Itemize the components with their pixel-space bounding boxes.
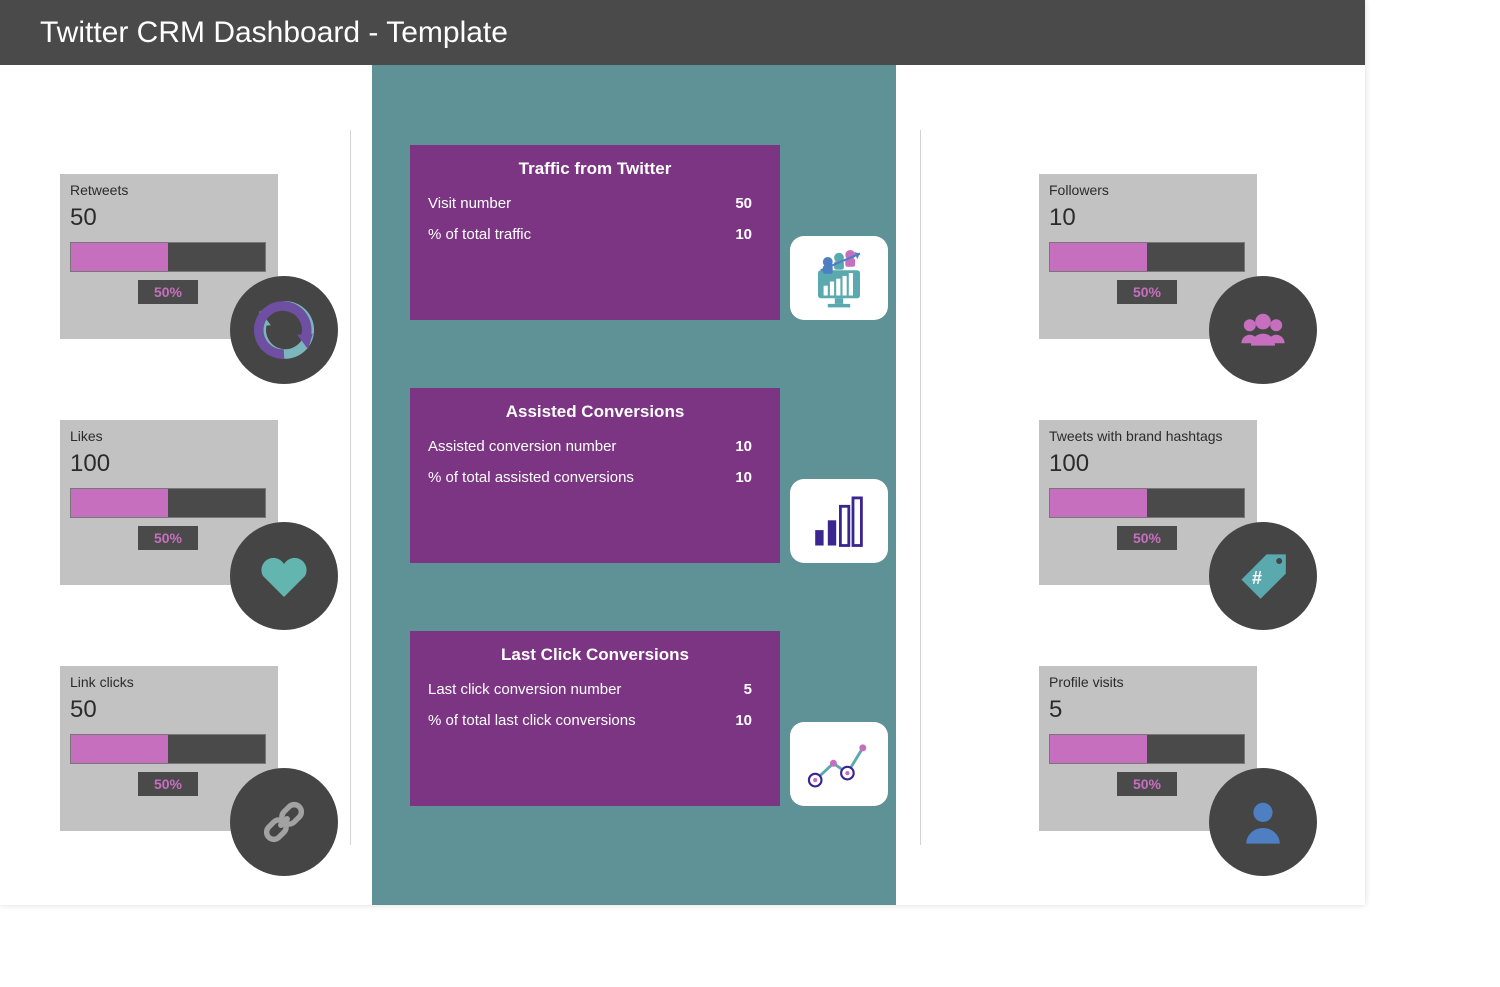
- retweet-icon: [230, 276, 338, 384]
- bar-chart-badge-icon: [790, 479, 888, 563]
- progress-bar: [70, 734, 266, 764]
- card-row: % of total last click conversions 10: [428, 712, 762, 729]
- kpi-label: Profile visits: [1049, 674, 1247, 690]
- progress-fill: [1050, 489, 1147, 517]
- progress-rest: [168, 735, 265, 763]
- card-row: % of total traffic 10: [428, 226, 762, 243]
- kpi-percent: 50%: [138, 280, 198, 304]
- progress-fill: [71, 735, 168, 763]
- dashboard-canvas: Twitter CRM Dashboard - Template Retweet…: [0, 0, 1365, 905]
- progress-fill: [1050, 735, 1147, 763]
- row-label: Last click conversion number: [428, 681, 621, 698]
- progress-fill: [71, 243, 168, 271]
- row-label: % of total last click conversions: [428, 712, 636, 729]
- kpi-percent: 50%: [138, 772, 198, 796]
- kpi-value: 50: [70, 696, 268, 724]
- card-row: Last click conversion number 5: [428, 681, 762, 698]
- progress-bar: [1049, 242, 1245, 272]
- kpi-label: Tweets with brand hashtags: [1049, 428, 1247, 444]
- heart-icon: [230, 522, 338, 630]
- progress-bar: [70, 488, 266, 518]
- divider-right: [920, 130, 921, 845]
- kpi-value: 100: [1049, 450, 1247, 478]
- progress-rest: [1147, 489, 1244, 517]
- line-chart-badge-icon: [790, 722, 888, 806]
- row-value: 10: [735, 712, 762, 729]
- kpi-percent: 50%: [1117, 772, 1177, 796]
- card-lastclick: Last Click Conversions Last click conver…: [410, 631, 780, 806]
- row-value: 5: [744, 681, 762, 698]
- kpi-retweets: Retweets 50 50%: [60, 174, 278, 339]
- row-label: % of total traffic: [428, 226, 531, 243]
- progress-rest: [168, 243, 265, 271]
- kpi-followers: Followers 10 50%: [1039, 174, 1257, 339]
- card-traffic: Traffic from Twitter Visit number 50 % o…: [410, 145, 780, 320]
- card-assisted: Assisted Conversions Assisted conversion…: [410, 388, 780, 563]
- kpi-label: Likes: [70, 428, 268, 444]
- kpi-label: Followers: [1049, 182, 1247, 198]
- card-title: Traffic from Twitter: [428, 159, 762, 179]
- row-label: % of total assisted conversions: [428, 469, 634, 486]
- row-label: Visit number: [428, 195, 511, 212]
- card-row: Visit number 50: [428, 195, 762, 212]
- traffic-badge-icon: [790, 236, 888, 320]
- kpi-percent: 50%: [138, 526, 198, 550]
- hashtag-tag-icon: #: [1209, 522, 1317, 630]
- svg-text:#: #: [1252, 568, 1262, 588]
- progress-fill: [1050, 243, 1147, 271]
- row-value: 10: [735, 469, 762, 486]
- kpi-value: 100: [70, 450, 268, 478]
- kpi-value: 50: [70, 204, 268, 232]
- progress-rest: [1147, 735, 1244, 763]
- card-row: % of total assisted conversions 10: [428, 469, 762, 486]
- row-value: 50: [735, 195, 762, 212]
- page-title: Twitter CRM Dashboard - Template: [0, 0, 1365, 65]
- progress-rest: [1147, 243, 1244, 271]
- row-label: Assisted conversion number: [428, 438, 616, 455]
- card-title: Last Click Conversions: [428, 645, 762, 665]
- followers-icon: [1209, 276, 1317, 384]
- kpi-likes: Likes 100 50%: [60, 420, 278, 585]
- card-row: Assisted conversion number 10: [428, 438, 762, 455]
- kpi-brand-hashtags: Tweets with brand hashtags 100 50% #: [1039, 420, 1257, 585]
- kpi-profile-visits: Profile visits 5 50%: [1039, 666, 1257, 831]
- kpi-percent: 50%: [1117, 280, 1177, 304]
- row-value: 10: [735, 226, 762, 243]
- card-title: Assisted Conversions: [428, 402, 762, 422]
- progress-bar: [70, 242, 266, 272]
- progress-bar: [1049, 488, 1245, 518]
- kpi-value: 5: [1049, 696, 1247, 724]
- link-icon: [230, 768, 338, 876]
- kpi-label: Retweets: [70, 182, 268, 198]
- progress-rest: [168, 489, 265, 517]
- row-value: 10: [735, 438, 762, 455]
- profile-icon: [1209, 768, 1317, 876]
- kpi-label: Link clicks: [70, 674, 268, 690]
- kpi-percent: 50%: [1117, 526, 1177, 550]
- kpi-value: 10: [1049, 204, 1247, 232]
- kpi-link-clicks: Link clicks 50 50%: [60, 666, 278, 831]
- title-text: Twitter CRM Dashboard - Template: [40, 16, 508, 50]
- progress-fill: [71, 489, 168, 517]
- progress-bar: [1049, 734, 1245, 764]
- divider-left: [350, 130, 351, 845]
